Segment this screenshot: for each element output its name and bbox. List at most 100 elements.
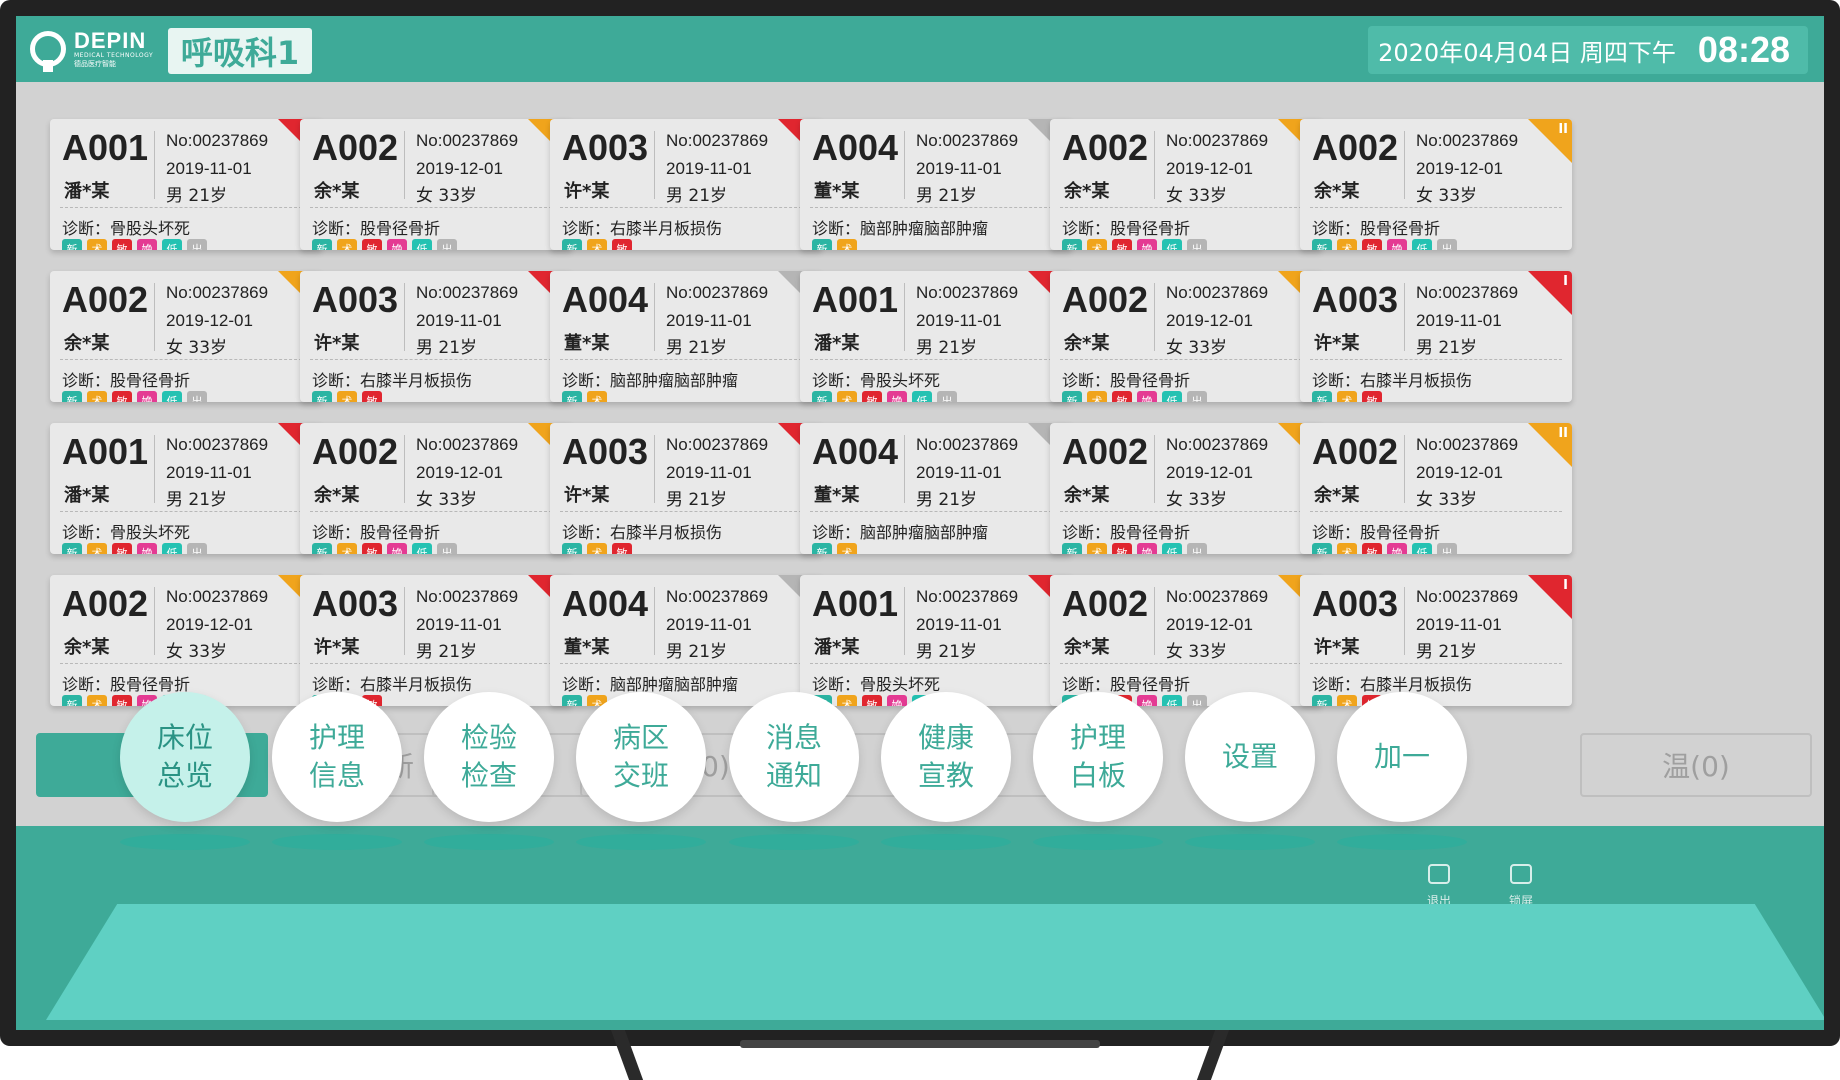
filter-tab[interactable]: 温(0)	[1580, 733, 1812, 797]
admit-date: 2019-11-01	[666, 615, 752, 634]
status-tag: 新	[1312, 695, 1332, 706]
diagnosis: 诊断：股骨径骨折	[1062, 675, 1191, 694]
status-tag: 出	[437, 239, 457, 250]
divider	[654, 283, 655, 351]
status-tag: 出	[1437, 239, 1457, 250]
bed-card[interactable]: A004 董*某 No:00237869 2019-11-01 男 21岁 诊断…	[550, 271, 822, 402]
stand-leg-left	[610, 1030, 644, 1080]
divider	[1060, 207, 1312, 208]
patient-info: 男 21岁	[416, 642, 478, 662]
patient-info: 男 21岁	[666, 186, 728, 206]
admit-date: 2019-12-01	[1166, 463, 1253, 482]
department-title[interactable]: 呼吸科1	[168, 28, 312, 74]
bed-card[interactable]: A002 余*某 No:00237869 2019-12-01 女 33岁 诊断…	[1300, 119, 1572, 250]
divider	[154, 283, 155, 351]
exit-button[interactable]: 退出	[1408, 864, 1470, 909]
bed-number: A002	[1062, 431, 1149, 472]
bed-card[interactable]: A003 许*某 No:00237869 2019-11-01 男 21岁 诊断…	[550, 423, 822, 554]
status-tag: 术	[87, 543, 107, 554]
patient-number: No:00237869	[1166, 283, 1269, 302]
status-tag: 敏	[112, 543, 132, 554]
bed-card[interactable]: A002 余*某 No:00237869 2019-12-01 女 33岁 诊断…	[1050, 119, 1322, 250]
bed-card[interactable]: A003 许*某 No:00237869 2019-11-01 男 21岁 诊断…	[550, 119, 822, 250]
bed-card[interactable]: A003 许*某 No:00237869 2019-11-01 男 21岁 诊断…	[1300, 271, 1572, 402]
dock-button[interactable]: 检验 检查	[424, 692, 554, 822]
status-tag: 敏	[1112, 391, 1132, 402]
patient-name: 董*某	[564, 637, 610, 658]
status-tag: 敏	[612, 543, 632, 554]
bed-card[interactable]: A004 董*某 No:00237869 2019-11-01 男 21岁 诊断…	[550, 575, 822, 706]
divider	[154, 587, 155, 655]
patient-number: No:00237869	[1166, 131, 1269, 150]
bed-card[interactable]: A002 余*某 No:00237869 2019-12-01 女 33岁 诊断…	[300, 423, 572, 554]
patient-name: 余*某	[314, 181, 360, 202]
patient-name: 许*某	[314, 637, 360, 658]
bed-card[interactable]: A002 余*某 No:00237869 2019-12-01 女 33岁 诊断…	[1300, 423, 1572, 554]
bed-number: A003	[312, 279, 399, 320]
patient-number: No:00237869	[1416, 131, 1519, 150]
bed-number: A001	[62, 127, 149, 168]
bed-card[interactable]: A002 余*某 No:00237869 2019-12-01 女 33岁 诊断…	[1050, 271, 1322, 402]
divider	[1404, 435, 1405, 503]
dock-button[interactable]: 加一	[1337, 692, 1467, 822]
bed-card[interactable]: A003 许*某 No:00237869 2019-11-01 男 21岁 诊断…	[300, 271, 572, 402]
dock-button[interactable]: 健康 宣教	[881, 692, 1011, 822]
bed-card[interactable]: A001 潘*某 No:00237869 2019-11-01 男 21岁 诊断…	[800, 575, 1072, 706]
status-tag: 新	[562, 239, 582, 250]
dock-shadow	[881, 834, 1011, 850]
bed-card[interactable]: A003 许*某 No:00237869 2019-11-01 男 21岁 诊断…	[300, 575, 572, 706]
status-tag: 新	[62, 239, 82, 250]
dock-button[interactable]: 设置	[1185, 692, 1315, 822]
status-tag: 术	[587, 391, 607, 402]
admit-date: 2019-11-01	[916, 311, 1002, 330]
bed-card[interactable]: A002 余*某 No:00237869 2019-12-01 女 33岁 诊断…	[300, 119, 572, 250]
status-tag: 低	[1162, 543, 1182, 554]
status-tag: 术	[337, 543, 357, 554]
bed-card[interactable]: A001 潘*某 No:00237869 2019-11-01 男 21岁 诊断…	[800, 271, 1072, 402]
patient-info: 女 33岁	[1166, 490, 1228, 510]
logo-cn: 德品医疗智能	[74, 60, 116, 68]
bed-card[interactable]: A002 余*某 No:00237869 2019-12-01 女 33岁 诊断…	[50, 271, 322, 402]
dock-button[interactable]: 护理 信息	[272, 692, 402, 822]
bed-card[interactable]: A001 潘*某 No:00237869 2019-11-01 男 21岁 诊断…	[50, 119, 322, 250]
patient-info: 女 33岁	[1166, 338, 1228, 358]
divider	[1154, 435, 1155, 503]
divider	[1060, 663, 1312, 664]
status-tag: 低	[412, 239, 432, 250]
bed-number: A004	[562, 279, 649, 320]
bed-card[interactable]: A004 董*某 No:00237869 2019-11-01 男 21岁 诊断…	[800, 423, 1072, 554]
status-tag: 新	[1062, 543, 1082, 554]
patient-info: 男 21岁	[916, 338, 978, 358]
bed-card[interactable]: A002 余*某 No:00237869 2019-12-01 女 33岁 诊断…	[50, 575, 322, 706]
patient-name: 余*某	[1314, 181, 1360, 202]
dock-button[interactable]: 消息 通知	[729, 692, 859, 822]
patient-number: No:00237869	[916, 283, 1019, 302]
diagnosis: 诊断：脑部肿瘤脑部肿瘤	[812, 523, 989, 542]
divider	[1404, 131, 1405, 199]
diagnosis: 诊断：脑部肿瘤脑部肿瘤	[812, 219, 989, 238]
dock-button[interactable]: 病区 交班	[576, 692, 706, 822]
patient-info: 女 33岁	[1166, 186, 1228, 206]
diagnosis: 诊断：骨股头坏死	[812, 675, 941, 694]
bed-card[interactable]: A003 许*某 No:00237869 2019-11-01 男 21岁 诊断…	[1300, 575, 1572, 706]
bed-card[interactable]: A002 余*某 No:00237869 2019-12-01 女 33岁 诊断…	[1050, 575, 1322, 706]
status-tag: 新	[312, 543, 332, 554]
divider	[154, 435, 155, 503]
status-tag: 新	[1062, 391, 1082, 402]
admit-date: 2019-12-01	[416, 159, 503, 178]
status-tag: 低	[1162, 239, 1182, 250]
dock-button[interactable]: 床位 总览	[120, 692, 250, 822]
bed-card[interactable]: A001 潘*某 No:00237869 2019-11-01 男 21岁 诊断…	[50, 423, 322, 554]
dock-button[interactable]: 护理 白板	[1033, 692, 1163, 822]
divider	[1404, 587, 1405, 655]
bed-card[interactable]: A004 董*某 No:00237869 2019-11-01 男 21岁 诊断…	[800, 119, 1072, 250]
diagnosis: 诊断：股骨径骨折	[1062, 371, 1191, 390]
bed-number: A003	[562, 127, 649, 168]
status-tag: 术	[587, 239, 607, 250]
bed-card[interactable]: A002 余*某 No:00237869 2019-12-01 女 33岁 诊断…	[1050, 423, 1322, 554]
logo-brand: DEPIN	[74, 28, 147, 53]
divider	[904, 587, 905, 655]
divider	[904, 131, 905, 199]
stand-bar	[740, 1040, 1100, 1048]
lock-screen-button[interactable]: 锁屏	[1490, 864, 1552, 909]
